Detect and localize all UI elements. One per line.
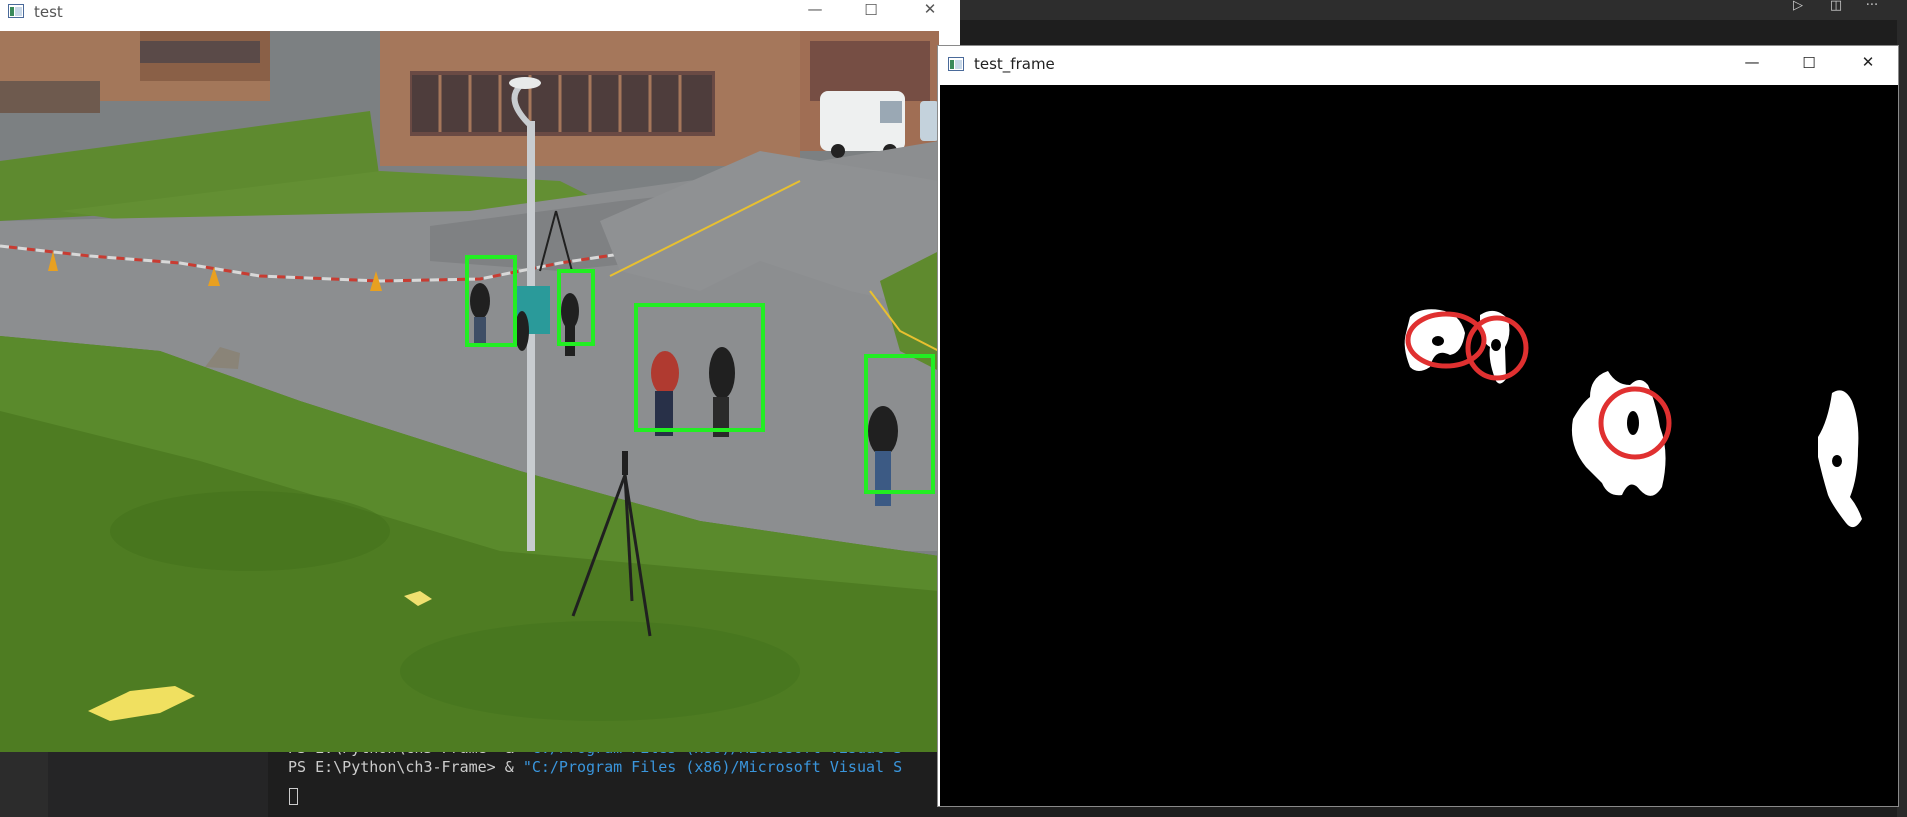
foreground-mask: [940, 85, 1898, 806]
minimize-icon[interactable]: —: [1732, 53, 1772, 71]
opencv-window-icon: [8, 4, 24, 18]
run-icon[interactable]: ▷: [1790, 0, 1806, 14]
video-window-titlebar[interactable]: test — ☐ ✕: [0, 0, 960, 31]
more-actions-icon[interactable]: ···: [1864, 0, 1880, 14]
minimize-icon[interactable]: —: [795, 0, 835, 18]
video-frame: [0, 31, 939, 752]
detection-box: [864, 354, 935, 494]
terminal-panel[interactable]: PS E:\Python\ch3-Frame> & "C:/Program Fi…: [268, 745, 940, 817]
close-icon[interactable]: ✕: [1848, 53, 1888, 71]
video-frame-image: [0, 31, 939, 752]
mask-window-titlebar[interactable]: test_frame — ☐ ✕: [938, 46, 1898, 85]
vscode-activity-bar: [0, 752, 48, 817]
maximize-icon[interactable]: ☐: [1789, 54, 1829, 72]
detection-box: [465, 255, 517, 347]
video-window[interactable]: test — ☐ ✕: [0, 0, 960, 752]
close-icon[interactable]: ✕: [910, 0, 950, 18]
vscode-scrollbar[interactable]: [1897, 20, 1907, 817]
window-title: test: [34, 3, 63, 21]
terminal-command: "C:/Program Files (x86)/Microsoft Visual…: [522, 758, 903, 776]
opencv-window-icon: [948, 57, 964, 71]
detection-box: [557, 269, 595, 346]
terminal-line: PS E:\Python\ch3-Frame> & "C:/Program Fi…: [288, 758, 902, 776]
detection-box: [634, 303, 765, 432]
vscode-side-panel: [48, 752, 268, 817]
split-editor-icon[interactable]: ◫: [1828, 0, 1844, 14]
mask-image: [1404, 309, 1862, 528]
terminal-prompt: PS E:\Python\ch3-Frame> &: [288, 758, 523, 776]
window-title: test_frame: [974, 55, 1055, 73]
maximize-icon[interactable]: ☐: [851, 1, 891, 19]
vscode-title-bar: ▷ ◫ ···: [960, 0, 1907, 20]
terminal-cursor: [289, 788, 298, 805]
mask-window[interactable]: test_frame — ☐ ✕: [938, 46, 1898, 806]
